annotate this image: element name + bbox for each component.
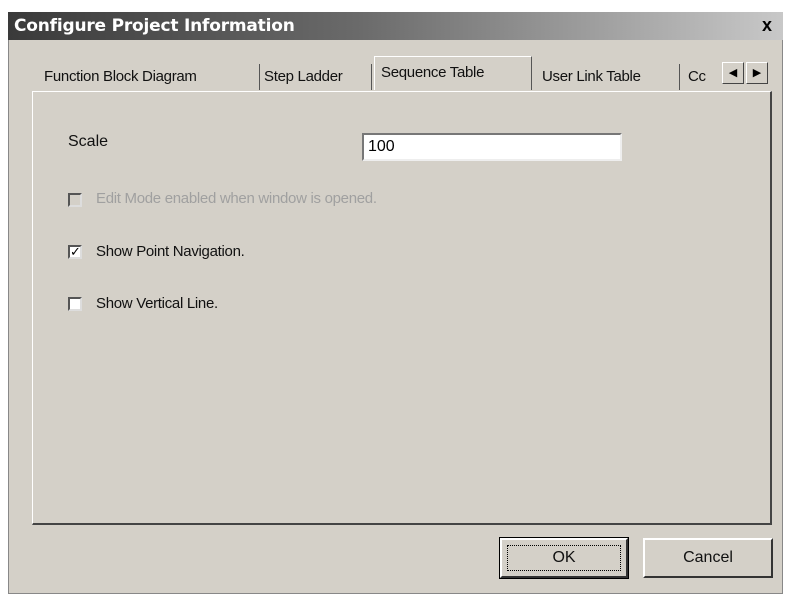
cancel-label: Cancel <box>683 549 733 566</box>
tab-user-link-table[interactable]: User Link Table <box>542 64 680 90</box>
tab-label: Sequence Table <box>381 64 485 81</box>
show-vertical-line-checkbox[interactable] <box>68 297 82 311</box>
tab-strip: Function Block Diagram Step Ladder Seque… <box>32 56 772 92</box>
window-title: Configure Project Information <box>14 16 295 36</box>
tab-sequence-table[interactable]: Sequence Table <box>374 56 532 90</box>
close-icon: x <box>761 15 772 35</box>
tab-label: Step Ladder <box>264 68 343 85</box>
edit-mode-checkbox[interactable] <box>68 193 82 207</box>
arrow-left-icon: ◀ <box>728 67 738 79</box>
focus-rectangle <box>507 545 621 571</box>
scale-label: Scale <box>68 133 109 150</box>
show-point-navigation-checkbox[interactable]: ✓ <box>68 245 82 259</box>
show-point-navigation-label: Show Point Navigation. <box>96 243 245 260</box>
show-vertical-line-label: Show Vertical Line. <box>96 295 218 312</box>
scale-input[interactable] <box>362 133 622 161</box>
edit-mode-label: Edit Mode enabled when window is opened. <box>96 190 377 207</box>
arrow-right-icon: ▶ <box>752 67 762 79</box>
tab-label: User Link Table <box>542 68 641 85</box>
check-icon: ✓ <box>70 244 81 259</box>
tab-label: Cc <box>688 68 706 85</box>
tab-scroll-left-button[interactable]: ◀ <box>722 62 744 84</box>
tab-scroll-right-button[interactable]: ▶ <box>746 62 768 84</box>
title-bar: Configure Project Information x <box>8 12 783 40</box>
tab-cc[interactable]: Cc <box>688 64 720 90</box>
tab-scroll-buttons: ◀ ▶ <box>722 62 770 84</box>
close-button[interactable]: x <box>757 16 777 36</box>
tab-function-block-diagram[interactable]: Function Block Diagram <box>44 64 260 90</box>
tab-step-ladder[interactable]: Step Ladder <box>264 64 372 90</box>
tab-label: Function Block Diagram <box>44 68 197 85</box>
cancel-button[interactable]: Cancel <box>643 538 773 578</box>
ok-button[interactable]: OK <box>499 537 629 579</box>
